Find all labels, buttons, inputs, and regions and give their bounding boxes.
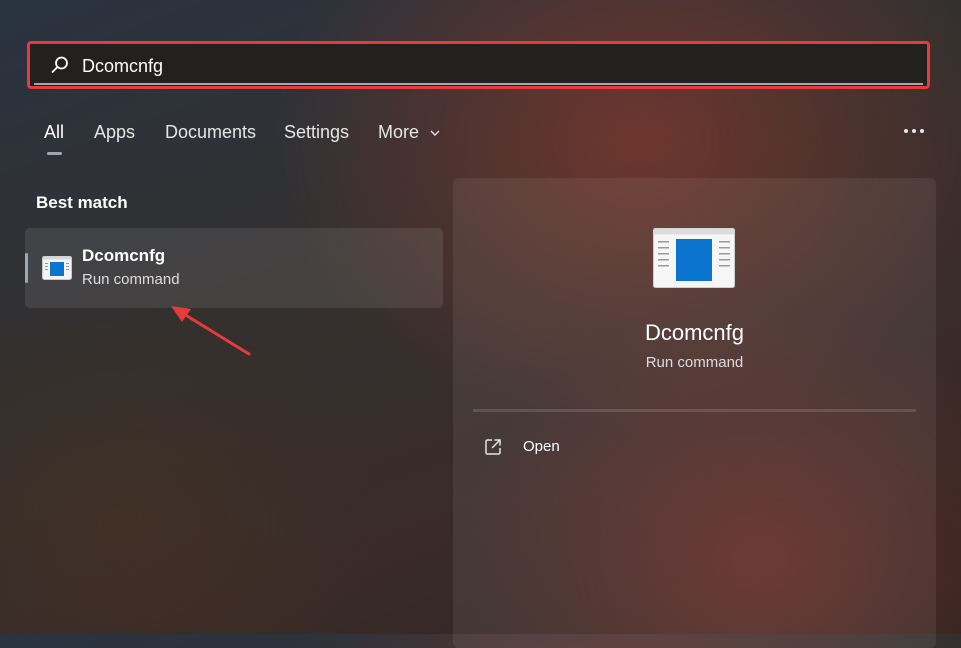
tab-settings[interactable]: Settings (284, 122, 349, 143)
open-button[interactable]: Open (483, 434, 603, 460)
tab-documents[interactable]: Documents (165, 122, 256, 143)
tab-apps[interactable]: Apps (94, 122, 135, 143)
tab-documents-label: Documents (165, 122, 256, 142)
detail-subtitle: Run command (453, 354, 936, 371)
detail-title: Dcomcnfg (453, 320, 936, 346)
tab-settings-label: Settings (284, 122, 349, 142)
tab-more[interactable]: More (378, 122, 440, 143)
window-app-icon-large (653, 228, 735, 288)
search-focus-underline (34, 83, 923, 85)
tab-apps-label: Apps (94, 122, 135, 142)
best-match-result[interactable]: Dcomcnfg Run command (25, 228, 443, 308)
result-subtitle: Run command (82, 271, 180, 288)
red-arrow-icon (165, 300, 260, 365)
divider (473, 409, 916, 412)
search-icon (50, 55, 70, 75)
active-tab-indicator (47, 152, 62, 155)
open-external-icon (483, 437, 503, 457)
chevron-down-icon (430, 129, 440, 137)
window-app-icon (42, 256, 72, 280)
best-match-heading: Best match (36, 193, 128, 213)
tab-all-label: All (44, 122, 64, 142)
detail-panel: Dcomcnfg Run command Open (453, 178, 936, 648)
selection-indicator (25, 253, 28, 283)
more-options-icon[interactable] (902, 121, 926, 141)
search-box[interactable]: Dcomcnfg (27, 41, 930, 89)
tab-all[interactable]: All (44, 122, 64, 143)
result-title: Dcomcnfg (82, 246, 165, 266)
open-label: Open (523, 438, 560, 455)
search-input[interactable]: Dcomcnfg (82, 56, 163, 77)
tab-more-label: More (378, 122, 419, 142)
